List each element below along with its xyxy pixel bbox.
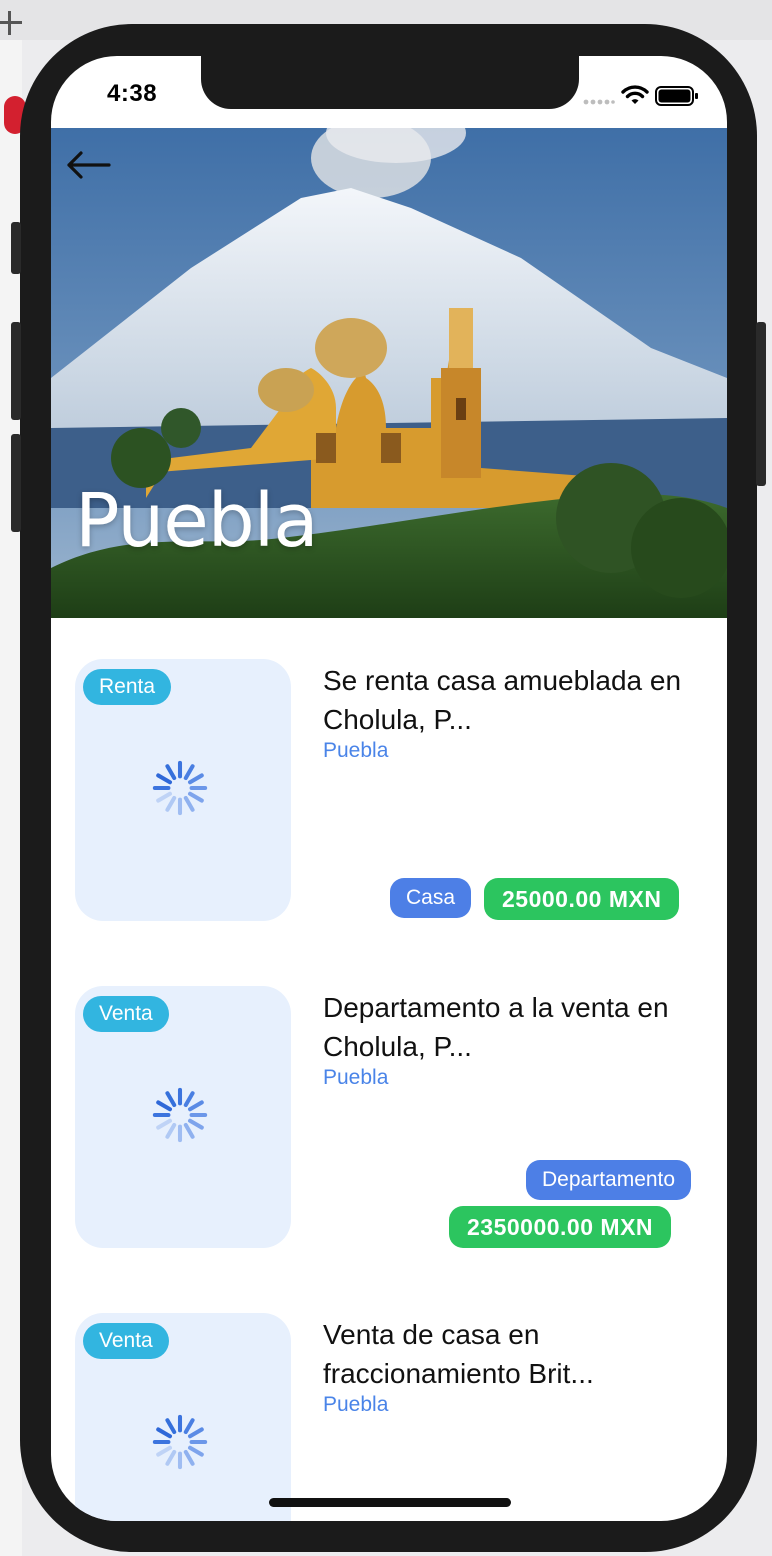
property-type-badge: Departamento: [526, 1160, 692, 1200]
price-badge: 2350000.00 MXN: [449, 1206, 672, 1248]
price-badge: 25000.00 MXN: [484, 878, 680, 920]
volume-up-button: [11, 322, 21, 420]
listing-city-link[interactable]: Puebla: [323, 1393, 388, 1417]
arrow-left-icon[interactable]: [65, 150, 111, 180]
app-screen: 4:38 Puebla Renta Se renta casa amueblad…: [51, 56, 727, 1521]
loading-spinner-icon: [152, 1087, 208, 1143]
listing-city-link[interactable]: Puebla: [323, 1066, 388, 1090]
listing-thumbnail[interactable]: Venta: [75, 1313, 291, 1521]
listing-city-link[interactable]: Puebla: [323, 739, 388, 763]
city-hero-banner: Puebla: [51, 128, 727, 618]
power-button: [756, 322, 766, 486]
status-time: 4:38: [107, 80, 158, 107]
listing-card[interactable]: Renta Se renta casa amueblada en Cholula…: [51, 659, 727, 921]
loading-spinner-icon: [152, 760, 208, 816]
operation-badge: Venta: [83, 1323, 169, 1359]
listing-title: Se renta casa amueblada en Cholula, P...: [323, 665, 682, 735]
volume-down-button: [11, 434, 21, 532]
property-type-badge: Casa: [390, 878, 472, 918]
listing-card[interactable]: Venta Venta de casa en fraccionamiento B…: [51, 1313, 727, 1521]
listing-title: Venta de casa en fraccionamiento Brit...: [323, 1319, 594, 1389]
home-indicator[interactable]: [269, 1498, 511, 1507]
plus-icon[interactable]: [0, 10, 24, 36]
listing-thumbnail[interactable]: Venta: [75, 986, 291, 1248]
listing-thumbnail[interactable]: Renta: [75, 659, 291, 921]
operation-badge: Venta: [83, 996, 169, 1032]
operation-badge: Renta: [83, 669, 172, 705]
cellular-signal-icon: [583, 99, 615, 105]
loading-spinner-icon: [152, 1414, 208, 1470]
listing-title: Departamento a la venta en Cholula, P...: [323, 992, 669, 1062]
city-title: Puebla: [75, 478, 319, 564]
wifi-icon: [621, 85, 649, 104]
listing-card[interactable]: Venta Departamento a la venta en Cholula…: [51, 986, 727, 1248]
mute-switch: [11, 222, 21, 274]
battery-icon: [655, 86, 698, 106]
device-notch: [201, 56, 579, 109]
